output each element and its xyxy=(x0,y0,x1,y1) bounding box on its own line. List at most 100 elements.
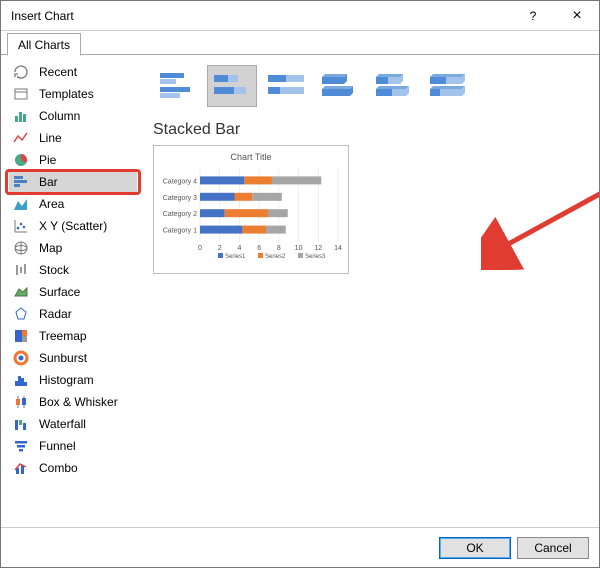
dialog-footer: OK Cancel xyxy=(1,527,599,567)
sidebar-item-label: Combo xyxy=(39,461,137,475)
dialog-body: Recent Templates Column Line Pie Bar xyxy=(1,55,599,527)
titlebar: Insert Chart ? × xyxy=(1,1,599,31)
sidebar-item-label: Recent xyxy=(39,65,137,79)
stock-icon xyxy=(13,262,29,278)
help-button[interactable]: ? xyxy=(511,1,555,31)
sidebar-item-label: Bar xyxy=(39,175,137,189)
subtype-clustered-bar[interactable] xyxy=(153,65,203,107)
sidebar-item-label: Templates xyxy=(39,87,137,101)
chart-category-list: Recent Templates Column Line Pie Bar xyxy=(1,55,141,527)
sidebar-item-waterfall[interactable]: Waterfall xyxy=(9,413,137,435)
sidebar-item-sunburst[interactable]: Sunburst xyxy=(9,347,137,369)
sidebar-item-label: Line xyxy=(39,131,137,145)
radar-icon xyxy=(13,306,29,322)
subtype-stacked-bar[interactable] xyxy=(207,65,257,107)
line-icon xyxy=(13,130,29,146)
svg-text:2: 2 xyxy=(218,245,222,252)
svg-text:14: 14 xyxy=(334,245,342,252)
sidebar-item-bar[interactable]: Bar xyxy=(9,171,137,193)
area-icon xyxy=(13,196,29,212)
subtype-3d-clustered-bar[interactable] xyxy=(315,65,365,107)
sidebar-item-templates[interactable]: Templates xyxy=(9,83,137,105)
svg-text:Category 1: Category 1 xyxy=(163,228,197,235)
preview-plot: 02468101214Category 4Category 3Category … xyxy=(162,166,342,262)
histogram-icon xyxy=(13,372,29,388)
map-icon xyxy=(13,240,29,256)
recent-icon xyxy=(13,64,29,80)
sidebar-item-label: Area xyxy=(39,197,137,211)
100-stacked-bar-icon xyxy=(264,69,308,103)
sidebar-item-label: Map xyxy=(39,241,137,255)
svg-text:Series2: Series2 xyxy=(265,254,286,260)
sidebar-item-surface[interactable]: Surface xyxy=(9,281,137,303)
tab-label: All Charts xyxy=(18,38,70,52)
svg-text:Category 3: Category 3 xyxy=(163,195,197,202)
scatter-icon xyxy=(13,218,29,234)
waterfall-icon xyxy=(13,416,29,432)
sidebar-item-pie[interactable]: Pie xyxy=(9,149,137,171)
sidebar-item-stock[interactable]: Stock xyxy=(9,259,137,281)
sidebar-item-map[interactable]: Map xyxy=(9,237,137,259)
chart-subtype-row xyxy=(153,65,587,107)
sidebar-item-area[interactable]: Area xyxy=(9,193,137,215)
subtype-3d-stacked-bar[interactable] xyxy=(369,65,419,107)
sidebar-item-label: Surface xyxy=(39,285,137,299)
svg-text:10: 10 xyxy=(295,245,303,252)
button-label: Cancel xyxy=(534,541,571,555)
svg-text:Category 2: Category 2 xyxy=(163,211,197,218)
sidebar-item-label: Waterfall xyxy=(39,417,137,431)
treemap-icon xyxy=(13,328,29,344)
close-icon: × xyxy=(572,7,581,25)
sidebar-item-treemap[interactable]: Treemap xyxy=(9,325,137,347)
button-label: OK xyxy=(466,541,483,555)
clustered-bar-icon xyxy=(156,69,200,103)
svg-text:Category 4: Category 4 xyxy=(163,178,197,185)
sidebar-item-column[interactable]: Column xyxy=(9,105,137,127)
sidebar-item-scatter[interactable]: X Y (Scatter) xyxy=(9,215,137,237)
close-button[interactable]: × xyxy=(555,1,599,31)
sidebar-item-radar[interactable]: Radar xyxy=(9,303,137,325)
cancel-button[interactable]: Cancel xyxy=(517,537,589,559)
preview-title: Chart Title xyxy=(162,152,340,162)
svg-text:12: 12 xyxy=(314,245,322,252)
help-icon: ? xyxy=(530,9,537,23)
chart-preview[interactable]: Chart Title 02468101214Category 4Categor… xyxy=(153,145,349,274)
3d-100-stacked-bar-icon xyxy=(426,69,470,103)
boxwhisker-icon xyxy=(13,394,29,410)
funnel-icon xyxy=(13,438,29,454)
sidebar-item-label: Column xyxy=(39,109,137,123)
sidebar-item-recent[interactable]: Recent xyxy=(9,61,137,83)
column-icon xyxy=(13,108,29,124)
templates-icon xyxy=(13,86,29,102)
pie-icon xyxy=(13,152,29,168)
sunburst-icon xyxy=(13,350,29,366)
subtype-100-stacked-bar[interactable] xyxy=(261,65,311,107)
bar-icon xyxy=(13,174,29,190)
sidebar-item-label: Box & Whisker xyxy=(39,395,137,409)
sidebar-item-label: X Y (Scatter) xyxy=(39,219,137,233)
sidebar-item-line[interactable]: Line xyxy=(9,127,137,149)
svg-text:8: 8 xyxy=(277,245,281,252)
sidebar-item-funnel[interactable]: Funnel xyxy=(9,435,137,457)
sidebar-item-histogram[interactable]: Histogram xyxy=(9,369,137,391)
sidebar-item-label: Stock xyxy=(39,263,137,277)
tab-all-charts[interactable]: All Charts xyxy=(7,33,81,56)
svg-text:4: 4 xyxy=(237,245,241,252)
svg-text:Series1: Series1 xyxy=(225,254,246,260)
ok-button[interactable]: OK xyxy=(439,537,511,559)
sidebar-item-label: Treemap xyxy=(39,329,137,343)
sidebar-item-label: Funnel xyxy=(39,439,137,453)
surface-icon xyxy=(13,284,29,300)
sidebar-item-combo[interactable]: Combo xyxy=(9,457,137,479)
sidebar-item-label: Radar xyxy=(39,307,137,321)
sidebar-item-boxwhisker[interactable]: Box & Whisker xyxy=(9,391,137,413)
svg-text:0: 0 xyxy=(198,245,202,252)
chart-config-area: Stacked Bar Chart Title 02468101214Categ… xyxy=(141,55,599,527)
window-title: Insert Chart xyxy=(11,9,511,23)
insert-chart-dialog: Insert Chart ? × All Charts Recent Templ… xyxy=(0,0,600,568)
sidebar-item-label: Sunburst xyxy=(39,351,137,365)
tabstrip: All Charts xyxy=(1,31,599,55)
combo-icon xyxy=(13,460,29,476)
subtype-3d-100-stacked-bar[interactable] xyxy=(423,65,473,107)
svg-text:Series3: Series3 xyxy=(305,254,326,260)
